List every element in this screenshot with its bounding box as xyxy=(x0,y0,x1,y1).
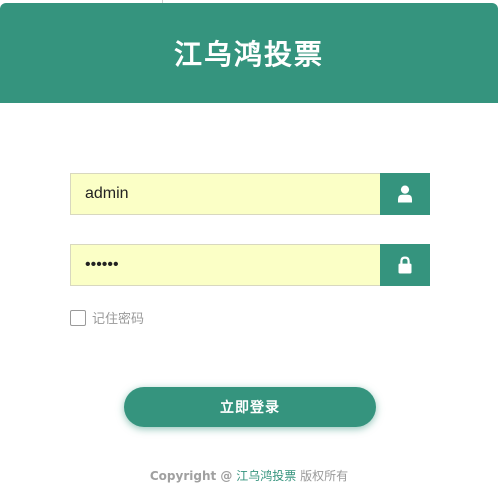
login-button[interactable]: 立即登录 xyxy=(124,387,376,427)
footer-rights: 版权所有 xyxy=(300,469,349,483)
password-icon-box xyxy=(380,244,430,286)
username-icon-box xyxy=(380,173,430,215)
password-input[interactable] xyxy=(70,244,380,286)
remember-password-row: 记住密码 xyxy=(70,308,144,327)
footer-site-link[interactable]: 江乌鸿投票 xyxy=(236,469,296,483)
page-title: 江乌鸿投票 xyxy=(173,38,324,71)
lock-icon xyxy=(398,256,412,274)
username-field-group xyxy=(70,173,430,215)
login-page: 江乌鸿投票 记住密码 立即登录 Copyright @ 江乌鸿投票 版权所有 xyxy=(0,0,498,499)
footer: Copyright @ 江乌鸿投票 版权所有 xyxy=(0,467,498,484)
remember-password-checkbox[interactable] xyxy=(70,309,86,326)
user-icon xyxy=(398,185,412,203)
remember-password-label[interactable]: 记住密码 xyxy=(92,308,144,327)
header-banner: 江乌鸿投票 xyxy=(0,3,498,103)
footer-copyright: Copyright @ xyxy=(149,469,233,483)
password-field-group xyxy=(70,244,430,286)
username-input[interactable] xyxy=(70,173,380,215)
